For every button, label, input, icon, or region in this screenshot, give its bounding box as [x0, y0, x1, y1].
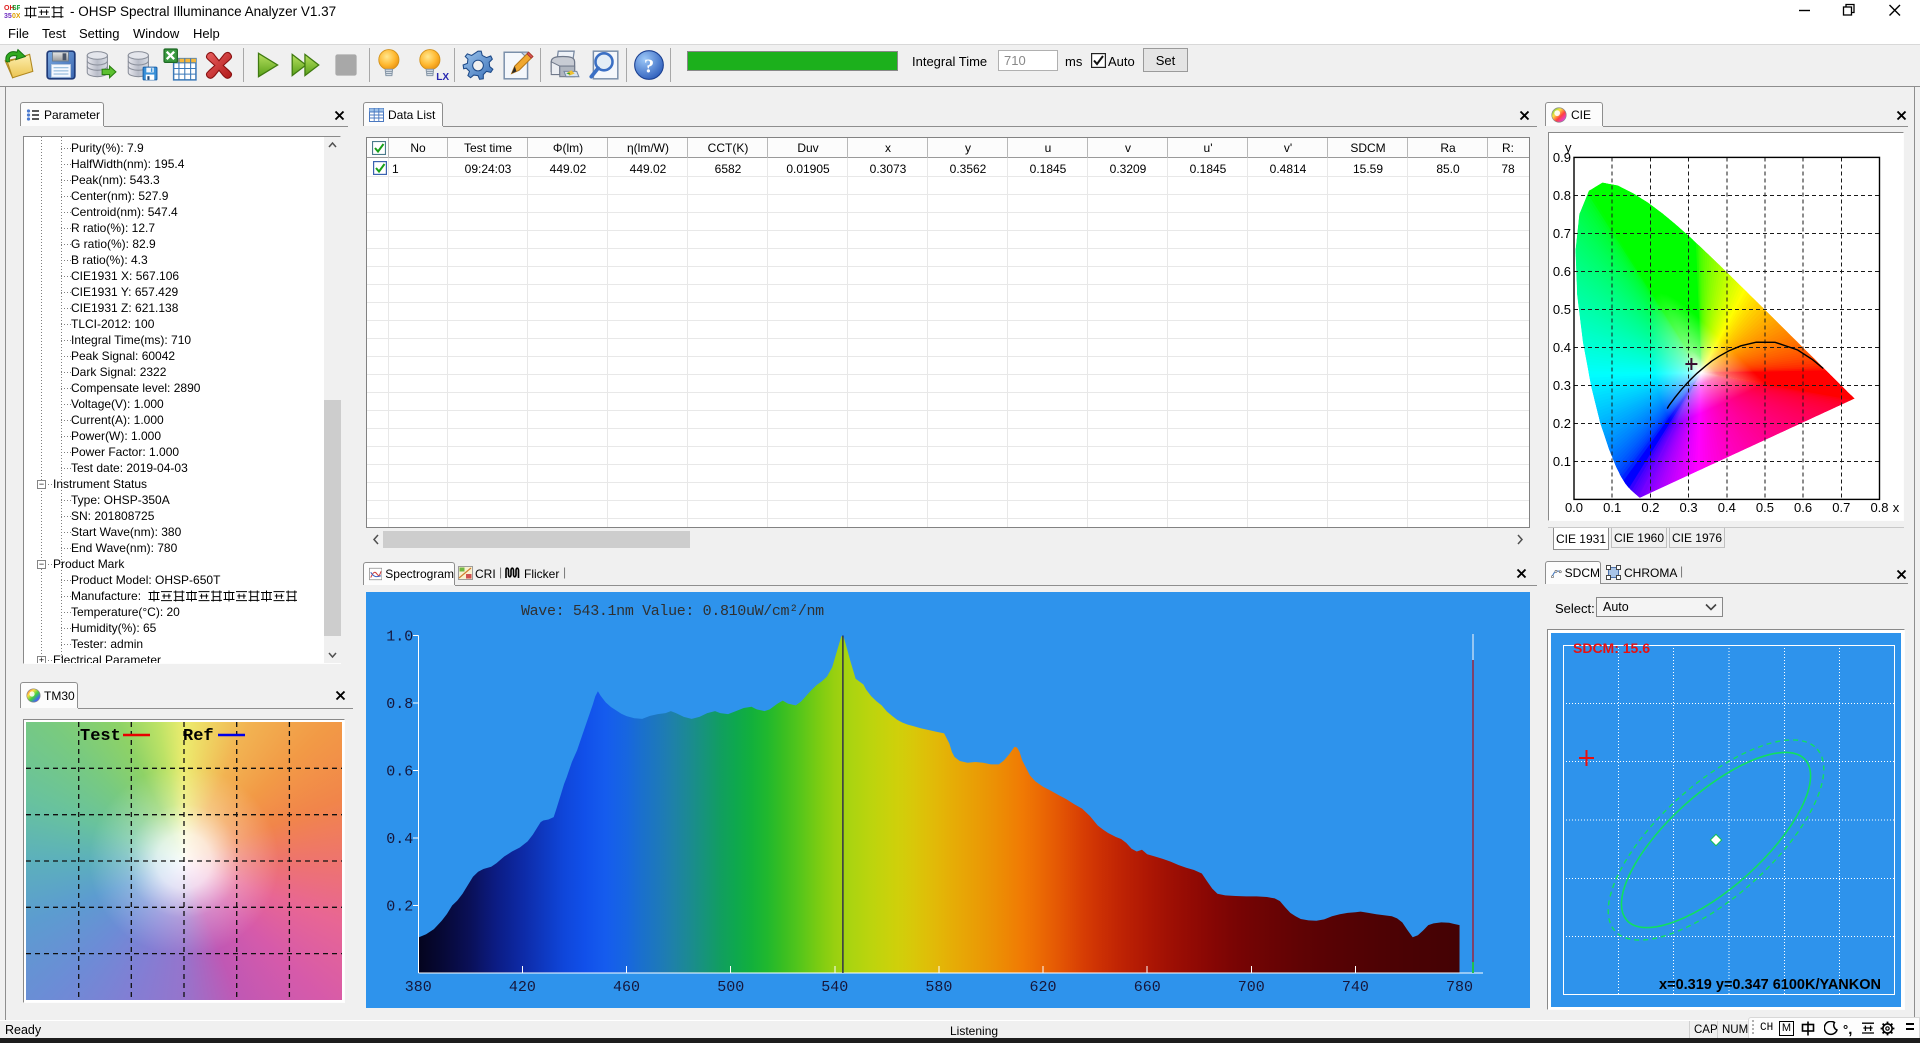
svg-text:LX: LX	[436, 72, 449, 82]
svg-text:Ref: Ref	[183, 727, 214, 746]
svg-text:660: 660	[1134, 979, 1161, 996]
svg-text:0.5: 0.5	[1756, 500, 1774, 515]
svg-text:0.0: 0.0	[1565, 500, 1583, 515]
svg-text:0.8: 0.8	[386, 696, 413, 713]
svg-text:0.9: 0.9	[1553, 150, 1571, 165]
svg-text:0X: 0X	[12, 13, 20, 19]
svg-text:0.8: 0.8	[1870, 500, 1888, 515]
svg-text:x=0.319 y=0.347 6100K/YANKON: x=0.319 y=0.347 6100K/YANKON	[1659, 977, 1881, 993]
svg-text:0.6: 0.6	[1553, 264, 1571, 279]
svg-text:0.4: 0.4	[386, 831, 413, 848]
svg-text:380: 380	[405, 979, 432, 996]
svg-text:x: x	[1893, 500, 1900, 515]
svg-text:0.2: 0.2	[386, 899, 413, 916]
svg-text:780: 780	[1446, 979, 1473, 996]
svg-text:540: 540	[821, 979, 848, 996]
svg-text:?: ?	[644, 55, 654, 77]
svg-text:0.7: 0.7	[1832, 500, 1850, 515]
svg-text:0.4: 0.4	[1718, 500, 1736, 515]
svg-text:1.0: 1.0	[386, 629, 413, 646]
svg-text:580: 580	[925, 979, 952, 996]
svg-text:35: 35	[4, 13, 12, 19]
svg-text:620: 620	[1029, 979, 1056, 996]
svg-text:0.2: 0.2	[1641, 500, 1659, 515]
svg-text:420: 420	[509, 979, 536, 996]
svg-text:500: 500	[717, 979, 744, 996]
svg-text:SDCM: 15.6: SDCM: 15.6	[1573, 640, 1650, 656]
svg-text:0.1: 0.1	[1603, 500, 1621, 515]
svg-text:740: 740	[1342, 979, 1369, 996]
svg-text:0.2: 0.2	[1553, 416, 1571, 431]
svg-text:0.7: 0.7	[1553, 226, 1571, 241]
svg-text:Test: Test	[80, 727, 121, 746]
svg-text:0.3: 0.3	[1680, 500, 1698, 515]
svg-text:0.1: 0.1	[1553, 454, 1571, 469]
svg-text:Wave: 543.1nm Value: 0.810uW/c: Wave: 543.1nm Value: 0.810uW/cm²/nm	[521, 603, 824, 620]
svg-text:0.6: 0.6	[386, 764, 413, 781]
svg-text:SP: SP	[12, 5, 20, 12]
svg-text:0.8: 0.8	[1553, 188, 1571, 203]
svg-text:0.6: 0.6	[1794, 500, 1812, 515]
svg-text:0.3: 0.3	[1553, 378, 1571, 393]
svg-text:700: 700	[1238, 979, 1265, 996]
svg-text:0.5: 0.5	[1553, 302, 1571, 317]
svg-text:0.4: 0.4	[1553, 340, 1571, 355]
svg-text:460: 460	[613, 979, 640, 996]
